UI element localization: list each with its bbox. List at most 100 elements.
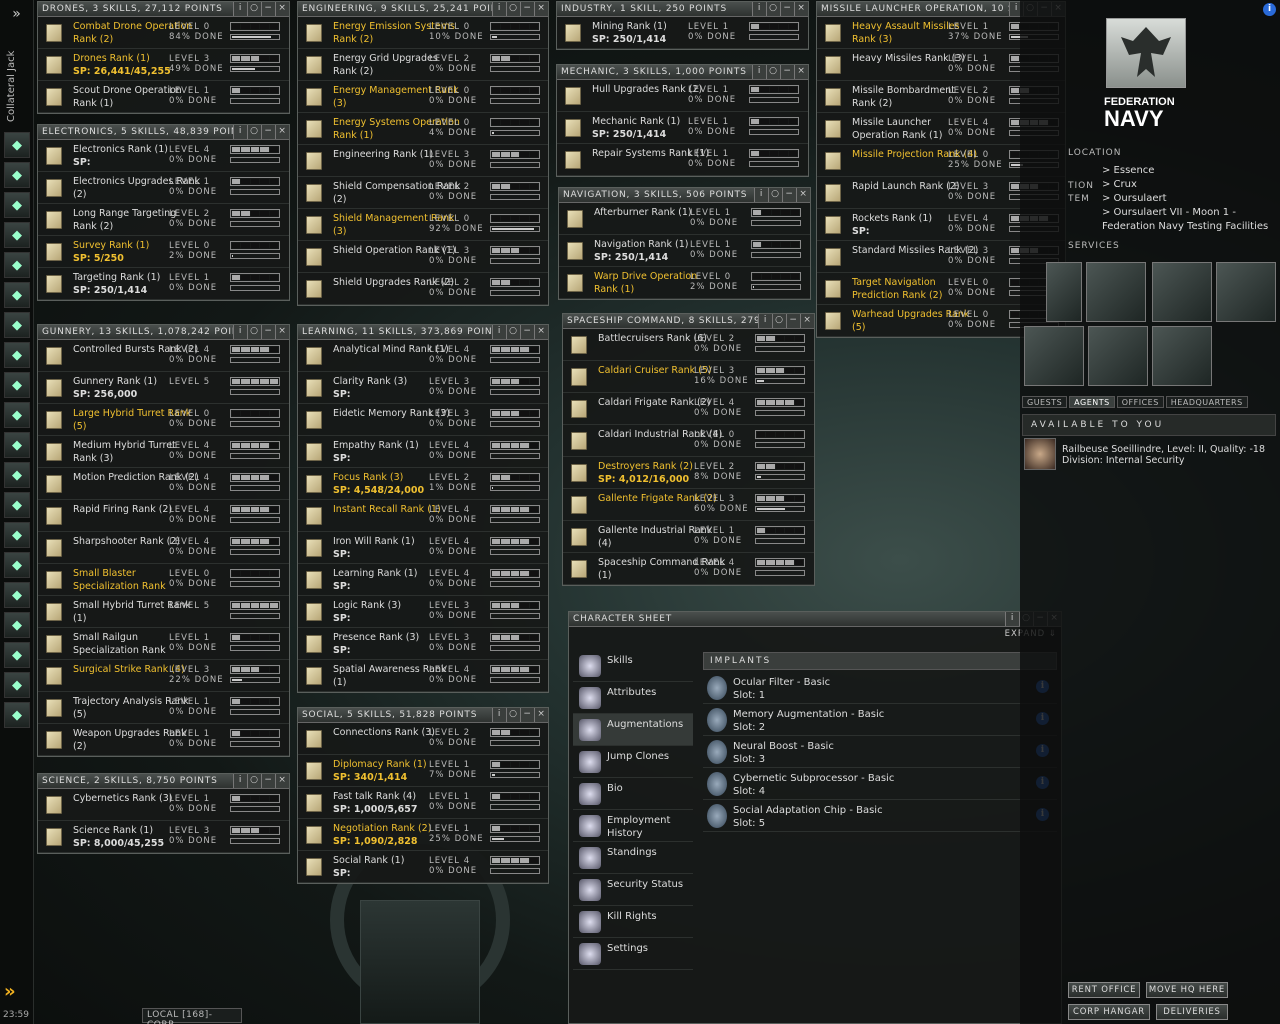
skill-row-combat-drone-operation-rank[interactable]: Combat Drone Operation Rank (2) LEVEL 0 84… — [38, 17, 289, 49]
close-icon[interactable]: × — [275, 125, 289, 139]
options-icon[interactable]: ○ — [247, 2, 261, 16]
skill-row-battlecruisers-rank[interactable]: Battlecruisers Rank (6) LEVEL 2 0% DONE — [563, 329, 814, 361]
minimize-icon[interactable]: − — [780, 2, 794, 16]
skill-row-energy-grid-upgrades-rank[interactable]: Energy Grid Upgrades Rank (2) LEVEL 2 0% D… — [298, 49, 548, 81]
neocom-expand-icon[interactable]: » — [0, 0, 33, 28]
skill-row-instant-recall-rank[interactable]: Instant Recall Rank (1) LEVEL 4 0% DONE — [298, 500, 548, 532]
skill-row-social-rank[interactable]: Social Rank (1) SP: LEVEL 4 0% DONE — [298, 851, 548, 883]
info-icon[interactable]: i — [752, 2, 766, 16]
service-reprocessing-icon[interactable] — [1086, 262, 1146, 322]
neocom-menu-arrow-icon[interactable]: » — [4, 982, 30, 1002]
info-icon[interactable]: i — [492, 708, 506, 722]
station-info-icon[interactable]: i — [1263, 3, 1276, 16]
options-icon[interactable]: ○ — [247, 774, 261, 788]
location-constellation[interactable]: > Crux — [1102, 179, 1137, 190]
science-window-header[interactable]: SCIENCE, 2 SKILLS, 8,750 POINTS i ○ − × — [38, 774, 289, 789]
skill-row-electronics-upgrades-rank[interactable]: Electronics Upgrades Rank (2) LEVEL 1 0% D… — [38, 172, 289, 204]
navigation-window-header[interactable]: NAVIGATION, 3 SKILLS, 506 POINTS i ○ − × — [559, 188, 810, 203]
implant-row-ocular-filter-basic[interactable]: Ocular Filter - BasicSlot: 1i — [703, 672, 1057, 704]
skill-row-spatial-awareness-rank[interactable]: Spatial Awareness Rank (1) LEVEL 4 0% DONE — [298, 660, 548, 692]
options-icon[interactable]: ○ — [772, 314, 786, 328]
skill-row-sharpshooter-rank[interactable]: Sharpshooter Rank (2) LEVEL 4 0% DONE — [38, 532, 289, 564]
minimize-icon[interactable]: − — [520, 708, 534, 722]
spaceship-window-header[interactable]: SPACESHIP COMMAND, 8 SKILLS, 279,8 i ○ − × — [563, 314, 814, 329]
skill-row-small-hybrid-turret-rank[interactable]: Small Hybrid Turret Rank (1) LEVEL 5 — [38, 596, 289, 628]
skill-row-energy-systems-operation-rank[interactable]: Energy Systems Operation Rank (1) LEVEL 0… — [298, 113, 548, 145]
move-hq-button[interactable]: MOVE HQ HERE — [1146, 982, 1228, 998]
skill-row-scout-drone-operation-rank[interactable]: Scout Drone Operation Rank (1) LEVEL 1 0% … — [38, 81, 289, 113]
info-icon[interactable]: i — [492, 2, 506, 16]
info-icon[interactable]: i — [758, 314, 772, 328]
nav-skills[interactable]: Skills — [573, 650, 693, 682]
implant-row-memory-augmentation-basic[interactable]: Memory Augmentation - BasicSlot: 2i — [703, 704, 1057, 736]
skill-row-gunnery-rank[interactable]: Gunnery Rank (1) SP: 256,000 LEVEL 5 — [38, 372, 289, 404]
social-window-header[interactable]: SOCIAL, 5 SKILLS, 51,828 POINTS i ○ − × — [298, 708, 548, 723]
notepad-icon[interactable]: ◆ — [4, 222, 30, 248]
info-icon[interactable]: i — [754, 188, 768, 202]
nav-augmentations[interactable]: Augmentations — [573, 714, 693, 746]
minimize-icon[interactable]: − — [520, 2, 534, 16]
skill-row-mechanic-rank[interactable]: Mechanic Rank (1) SP: 250/1,414 LEVEL 1 0% … — [557, 112, 808, 144]
skill-row-cybernetics-rank[interactable]: Cybernetics Rank (3) LEVEL 1 0% DONE — [38, 789, 289, 821]
fitting-icon[interactable]: ◆ — [4, 372, 30, 398]
skill-row-mining-rank[interactable]: Mining Rank (1) SP: 250/1,414 LEVEL 1 0% DO… — [557, 17, 808, 49]
wallet-icon[interactable]: ◆ — [4, 462, 30, 488]
location-station[interactable]: > Oursulaert VII - Moon 1 - — [1102, 207, 1236, 218]
skill-row-large-hybrid-turret-rank[interactable]: Large Hybrid Turret Rank (5) LEVEL 0 0% DO… — [38, 404, 289, 436]
options-icon[interactable]: ○ — [768, 188, 782, 202]
nav-settings[interactable]: Settings — [573, 938, 693, 970]
skill-row-warp-drive-operation-rank[interactable]: Warp Drive Operation Rank (1) LEVEL 0 2% D… — [559, 267, 810, 299]
skill-row-rapid-firing-rank[interactable]: Rapid Firing Rank (2) LEVEL 4 0% DONE — [38, 500, 289, 532]
skill-row-afterburner-rank[interactable]: Afterburner Rank (1) LEVEL 1 0% DONE — [559, 203, 810, 235]
info-icon[interactable]: i — [233, 774, 247, 788]
minimize-icon[interactable]: − — [782, 188, 796, 202]
skill-row-analytical-mind-rank[interactable]: Analytical Mind Rank (1) LEVEL 4 0% DONE — [298, 340, 548, 372]
options-icon[interactable]: ○ — [247, 325, 261, 339]
headset-icon[interactable]: ◆ — [4, 612, 30, 638]
info-icon[interactable]: i — [233, 2, 247, 16]
location-system[interactable]: > Oursulaert — [1102, 193, 1167, 204]
minimize-icon[interactable]: − — [261, 774, 275, 788]
minimize-icon[interactable]: − — [520, 325, 534, 339]
nav-employment-history[interactable]: Employment History — [573, 810, 693, 842]
assets-icon[interactable]: ◆ — [4, 402, 30, 428]
close-icon[interactable]: × — [534, 325, 548, 339]
minimize-icon[interactable]: − — [261, 2, 275, 16]
skill-row-diplomacy-rank[interactable]: Diplomacy Rank (1) SP: 340/1,414 LEVEL 1 7%… — [298, 755, 548, 787]
options-icon[interactable]: ○ — [766, 65, 780, 79]
service-repair-icon[interactable] — [1046, 262, 1082, 322]
character-icon[interactable]: ◆ — [4, 132, 30, 158]
options-icon[interactable]: ○ — [506, 325, 520, 339]
skill-row-gallente-industrial-rank[interactable]: Gallente Industrial Rank (4) LEVEL 1 0% DO… — [563, 521, 814, 553]
skill-row-empathy-rank[interactable]: Empathy Rank (1) SP: LEVEL 4 0% DONE — [298, 436, 548, 468]
science-icon[interactable]: ◆ — [4, 552, 30, 578]
info-icon[interactable]: i — [1005, 612, 1019, 626]
skill-row-negotiation-rank[interactable]: Negotiation Rank (2) SP: 1,090/2,828 LEVEL… — [298, 819, 548, 851]
implant-row-social-adaptation-chip-basic[interactable]: Social Adaptation Chip - BasicSlot: 5i — [703, 800, 1057, 832]
nav-security-status[interactable]: Security Status — [573, 874, 693, 906]
rent-office-button[interactable]: RENT OFFICE — [1068, 982, 1140, 998]
close-icon[interactable]: × — [275, 2, 289, 16]
tab-guests[interactable]: GUESTS — [1022, 396, 1068, 408]
skill-row-navigation-rank[interactable]: Navigation Rank (1) SP: 250/1,414 LEVEL 10… — [559, 235, 810, 267]
skill-row-electronics-rank[interactable]: Electronics Rank (1) SP: LEVEL 4 0% DONE — [38, 140, 289, 172]
info-icon[interactable]: i — [233, 125, 247, 139]
nav-standings[interactable]: Standings — [573, 842, 693, 874]
skill-row-long-range-targeting-rank[interactable]: Long Range Targeting Rank (2) LEVEL 2 0% D… — [38, 204, 289, 236]
skill-row-gallente-frigate-rank[interactable]: Gallente Frigate Rank (2) LEVEL 3 60% DONE — [563, 489, 814, 521]
skill-row-medium-hybrid-turret-rank[interactable]: Medium Hybrid Turret Rank (3) LEVEL 4 0% D… — [38, 436, 289, 468]
options-icon[interactable]: ○ — [766, 2, 780, 16]
skill-row-engineering-rank[interactable]: Engineering Rank (1) LEVEL 3 0% DONE — [298, 145, 548, 177]
help-icon[interactable]: ◆ — [4, 522, 30, 548]
skill-row-weapon-upgrades-rank[interactable]: Weapon Upgrades Rank (2) LEVEL 1 0% DONE — [38, 724, 289, 756]
skill-row-logic-rank[interactable]: Logic Rank (3) SP: LEVEL 3 0% DONE — [298, 596, 548, 628]
scanner-icon[interactable]: ◆ — [4, 342, 30, 368]
close-icon[interactable]: × — [275, 774, 289, 788]
close-icon[interactable]: × — [796, 188, 810, 202]
minimize-icon[interactable]: − — [261, 125, 275, 139]
skill-row-learning-rank[interactable]: Learning Rank (1) SP: LEVEL 4 0% DONE — [298, 564, 548, 596]
skill-row-trajectory-analysis-rank[interactable]: Trajectory Analysis Rank (5) LEVEL 1 0% DO… — [38, 692, 289, 724]
implant-row-cybernetic-subprocessor-basic[interactable]: Cybernetic Subprocessor - BasicSlot: 4i — [703, 768, 1057, 800]
skill-row-focus-rank[interactable]: Focus Rank (3) SP: 4,548/24,000 LEVEL 2 1% … — [298, 468, 548, 500]
service-fitting-icon[interactable] — [1216, 262, 1276, 322]
